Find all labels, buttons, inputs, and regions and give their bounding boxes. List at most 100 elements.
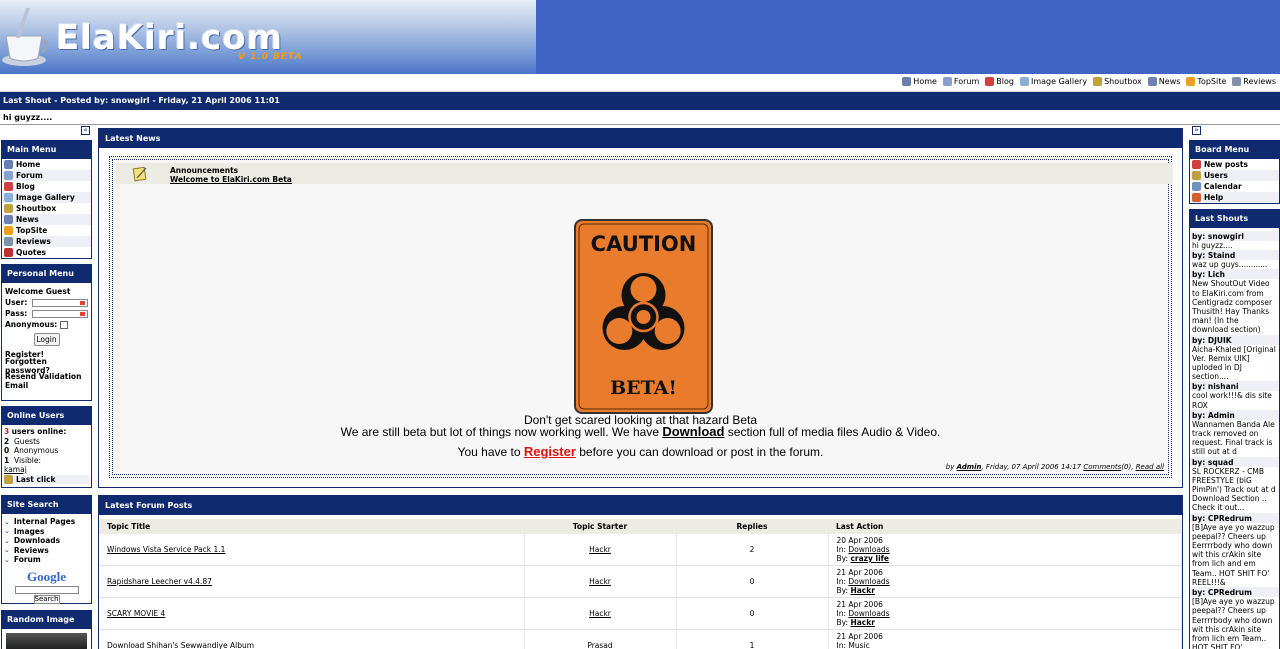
random-image[interactable] [6, 633, 87, 649]
users-online-label: users online: [11, 427, 67, 436]
main-menu-item-reviews[interactable]: Reviews [2, 236, 91, 247]
search-option-internal-pages[interactable]: ⌄ Internal Pages [4, 517, 89, 527]
shout-message: Aicha-Khaled [Original Ver. Remix UIK] u… [1192, 344, 1276, 382]
search-option-reviews[interactable]: ⌄ Reviews [4, 546, 89, 556]
topic-title-link[interactable]: Download Shihan's Sewwandiye Album [107, 641, 254, 649]
anonymous-checkbox[interactable] [60, 320, 69, 329]
topic-title-link[interactable]: SCARY MOVIE 4 [107, 609, 165, 618]
pass-row: Pass: [2, 308, 91, 319]
search-option-downloads[interactable]: ⌄ Downloads [4, 536, 89, 546]
board-menu-label: New posts [1204, 160, 1248, 169]
pass-label: Pass: [5, 309, 28, 318]
topnav-image-gallery[interactable]: Image Gallery [1019, 77, 1088, 86]
main-menu-label: TopSite [16, 226, 48, 235]
collapse-right-icon[interactable]: » [1192, 126, 1201, 135]
search-option-forum[interactable]: ⌄ Forum [4, 555, 89, 565]
shout-author: by: CPRedrum [1190, 512, 1279, 523]
topic-title-link[interactable]: Windows Vista Service Pack 1.1 [107, 545, 225, 554]
latest-news-block: Latest News Announcements Welcome to Ela… [98, 128, 1183, 488]
main-menu-item-quotes[interactable]: Quotes [2, 247, 91, 258]
last-poster-link[interactable]: crazy life [850, 554, 889, 563]
search-button[interactable]: Search [33, 594, 60, 604]
shout-author: by: nishani [1190, 381, 1279, 392]
register-link-news[interactable]: Register [524, 444, 576, 459]
replies-cell: 2 [676, 534, 829, 566]
topnav-topsite[interactable]: TopSite [1186, 77, 1226, 86]
gallery-icon [1019, 77, 1029, 86]
topnav-home[interactable]: Home [902, 77, 937, 86]
main-menu-item-topsite[interactable]: TopSite [2, 225, 91, 236]
shout-message: New ShoutOut Video to ElaKiri.com from C… [1192, 279, 1273, 335]
latest-news-title: Latest News [99, 129, 1182, 148]
collapse-left-icon[interactable]: « [81, 126, 90, 135]
site-logo[interactable]: ElaKiri.com V 1.0 BETA [0, 0, 536, 74]
topnav-label: Image Gallery [1030, 77, 1088, 86]
last-poster-link[interactable]: Hackr [850, 586, 874, 595]
board-menu-item-calendar[interactable]: Calendar [1190, 181, 1279, 192]
main-menu-item-shoutbox[interactable]: Shoutbox [2, 203, 91, 214]
news-author-link[interactable]: Admin [957, 463, 982, 471]
main-menu-item-home[interactable]: Home [2, 159, 91, 170]
forgot-password-link[interactable]: Forgotten password? [2, 357, 91, 375]
site-search-title: Site Search [2, 496, 91, 514]
main-menu-item-image-gallery[interactable]: Image Gallery [2, 192, 91, 203]
login-button[interactable]: Login [33, 333, 60, 346]
chevron-down-icon: ⌄ [4, 536, 10, 545]
topnav-reviews[interactable]: Reviews [1232, 77, 1276, 86]
topic-starter-link[interactable]: Hackr [589, 577, 611, 586]
topnav-label: Forum [953, 77, 980, 86]
home-icon [4, 160, 13, 169]
news-line-3a: You have to [457, 445, 524, 459]
shouts-list: by: snowgirl hi guyzz.... by: Staind waz up… [1190, 231, 1279, 649]
resend-validation-link[interactable]: Resend Validation Email [2, 371, 91, 391]
board-menu-item-users[interactable]: Users [1190, 170, 1279, 181]
last-shouts-block: Last Shouts by: snowgirl hi guyzz.... by: … [1189, 209, 1280, 649]
main-menu-item-blog[interactable]: Blog [2, 181, 91, 192]
in-label: In: [836, 641, 849, 649]
forum-post-row: Rapidshare Leecher v4.4.87 Hackr 0 21 Apr 2… [99, 565, 1182, 598]
visible-user-link[interactable]: kamaj [4, 465, 27, 474]
search-input[interactable] [14, 585, 79, 594]
topnav-blog[interactable]: Blog [985, 77, 1014, 86]
forum-category-link[interactable]: Downloads [848, 609, 889, 618]
main-menu-item-news[interactable]: News [2, 214, 91, 225]
forum-icon [4, 171, 13, 180]
topnav-forum[interactable]: Forum [942, 77, 980, 86]
anonymous-label: Anonymous: [5, 320, 58, 329]
forum-category-link[interactable]: Music [848, 641, 869, 649]
comments-link[interactable]: Comments [1083, 463, 1121, 471]
topic-title-link[interactable]: Rapidshare Leecher v4.4.87 [107, 577, 212, 586]
topic-starter-link[interactable]: Hackr [589, 609, 611, 618]
main-menu-item-forum[interactable]: Forum [2, 170, 91, 181]
forum-post-row: Windows Vista Service Pack 1.1 Hackr 2 20 A… [99, 534, 1182, 566]
topic-starter-link[interactable]: Hackr [589, 545, 611, 554]
topic-starter-link[interactable]: Prasad [587, 641, 612, 649]
topnav-shoutbox[interactable]: Shoutbox [1093, 77, 1142, 86]
forum-category-link[interactable]: Downloads [848, 545, 889, 554]
by-label: By: [836, 618, 851, 627]
download-link[interactable]: Download [662, 424, 724, 439]
board-menu-item-new-posts[interactable]: New posts [1190, 159, 1279, 170]
reviews-icon [1232, 77, 1242, 86]
read-all-link[interactable]: Read all [1136, 463, 1164, 471]
news-article: Announcements Welcome to ElaKiri.com Bet… [109, 156, 1173, 478]
welcome-text: Welcome Guest [5, 287, 71, 296]
password-input[interactable] [32, 309, 88, 318]
username-input[interactable] [32, 298, 88, 307]
news-headline[interactable]: Welcome to ElaKiri.com Beta [170, 175, 292, 184]
forum-category-link[interactable]: Downloads [848, 577, 889, 586]
topnav-news[interactable]: News [1147, 77, 1180, 86]
last-poster-link[interactable]: Hackr [850, 618, 874, 627]
board-menu-label: Users [1204, 171, 1228, 180]
search-option-images[interactable]: ⌄ Images [4, 527, 89, 537]
reviews-icon [4, 237, 13, 246]
beta-label: BETA! [610, 377, 677, 399]
visible-line: 1 Visible: [4, 456, 89, 466]
search-option-label: Forum [13, 555, 41, 565]
main-menu-title: Main Menu [2, 141, 91, 159]
users-icon [4, 474, 13, 484]
news-line-2b: section full of media files Audio & Vide… [724, 425, 941, 439]
board-menu-item-help[interactable]: Help [1190, 192, 1279, 203]
shout-author: by: DJUIK [1190, 334, 1279, 345]
heart-icon [985, 77, 995, 86]
